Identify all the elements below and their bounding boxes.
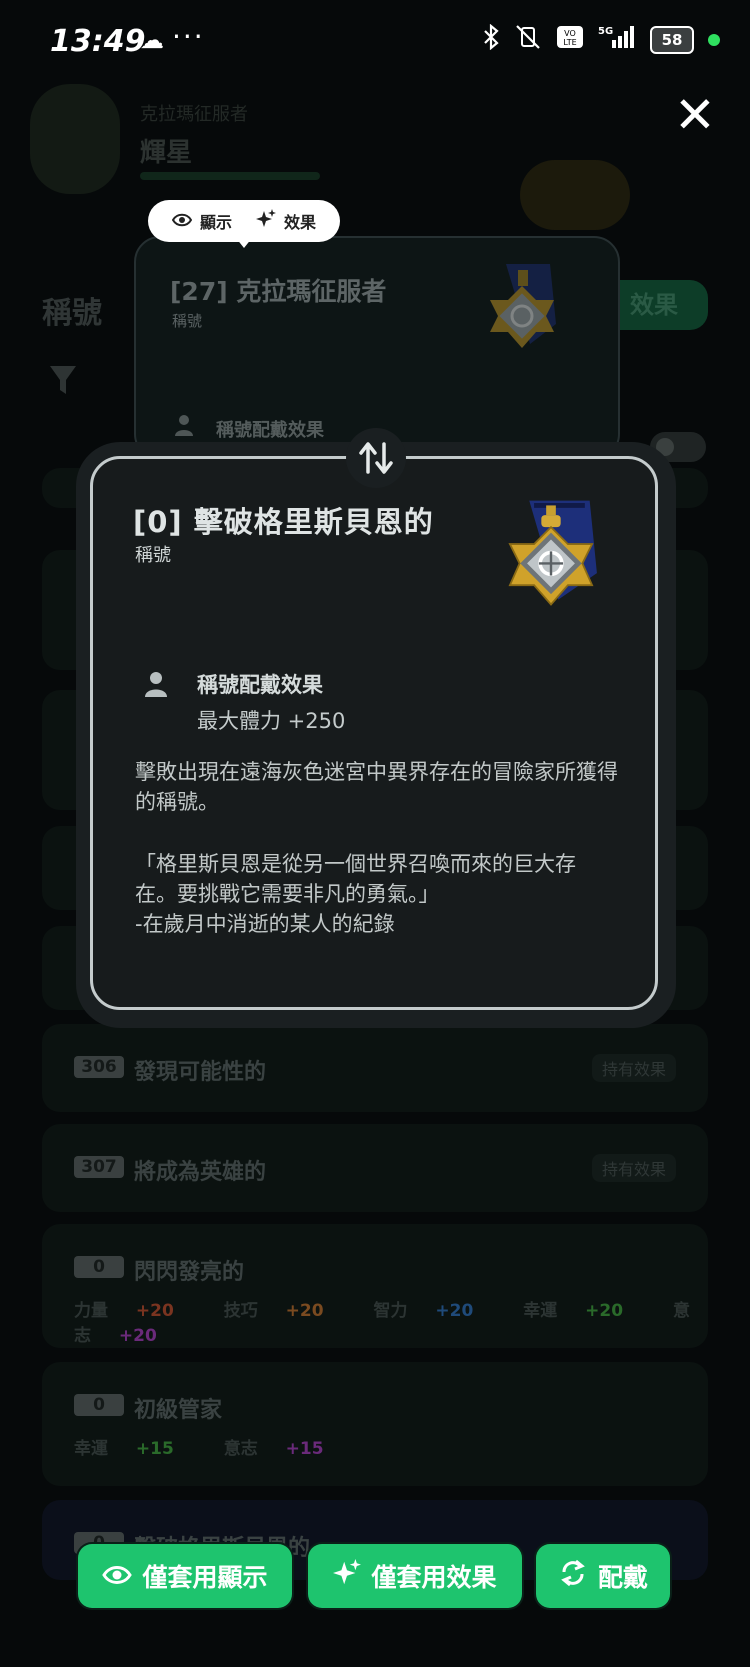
current-title-card: [27] 克拉瑪征服者 稱號 稱號配戴效果: [134, 236, 620, 460]
applied-aspects-pill: 顯示 效果: [148, 200, 340, 242]
privacy-indicator-icon: [708, 34, 720, 46]
status-bar: 13:49 ☁ ··· VO LTE 5G 58: [0, 0, 750, 80]
more-notifications-icon: ···: [172, 20, 205, 53]
medal-icon: [493, 499, 609, 627]
apply-effect-only-label: 僅套用效果: [371, 1563, 497, 1592]
title-level-badge: 0: [74, 1256, 124, 1278]
bluetooth-icon: [482, 23, 500, 56]
stat-bonuses: 力量 +20 技巧 +20 智力 +20 幸運 +20 意志 +20: [74, 1301, 690, 1346]
medal-icon: [476, 264, 572, 368]
character-title: 克拉瑪征服者: [140, 104, 248, 125]
equip-cycle-icon: [558, 1558, 588, 1594]
swap-icon: [346, 428, 406, 488]
equip-label: 配戴: [597, 1563, 648, 1592]
current-title-effect-label: 稱號配戴效果: [216, 420, 324, 441]
svg-text:LTE: LTE: [563, 38, 576, 47]
selected-title-card: [0] 擊破格里斯貝恩的 稱號 稱號配戴效果 最大體力 +250 擊敗出現在遠海…: [90, 456, 658, 1010]
status-time: 13:49: [50, 24, 146, 59]
apply-display-only-label: 僅套用顯示: [142, 1563, 268, 1592]
character-name: 輝星: [140, 138, 193, 168]
title-name: 初級管家: [134, 1398, 223, 1423]
list-item[interactable]: 306 發現可能性的 持有效果: [42, 1024, 708, 1112]
sparkle-icon: [333, 1559, 362, 1593]
close-icon[interactable]: ✕: [670, 90, 720, 140]
filter-icon[interactable]: [48, 364, 78, 406]
title-level-badge: 0: [74, 1394, 124, 1416]
status-icons: VO LTE 5G 58: [482, 23, 720, 56]
background-emblem: [520, 160, 630, 230]
display-label: 顯示: [199, 213, 232, 232]
apply-display-only-button[interactable]: 僅套用顯示: [78, 1544, 292, 1608]
list-item[interactable]: 0 初級管家 幸運 +15 意志 +15: [42, 1362, 708, 1486]
stat-bonuses: 幸運 +15 意志 +15: [74, 1439, 324, 1459]
selected-title-effect-value: 最大體力 +250: [197, 709, 346, 733]
title-level-badge: 307: [74, 1156, 124, 1178]
title-level-badge: 306: [74, 1056, 124, 1078]
character-progress-bar: [140, 172, 320, 180]
volte-icon: VO LTE: [556, 25, 584, 55]
list-item[interactable]: 0 閃閃發亮的 力量 +20 技巧 +20 智力 +20 幸運 +20 意志 +…: [42, 1224, 708, 1348]
selected-title-type: 稱號: [135, 545, 171, 566]
title-name: 發現可能性的: [134, 1060, 267, 1085]
signal-icon: 5G: [598, 24, 636, 56]
list-item[interactable]: 307 將成為英雄的 持有效果: [42, 1124, 708, 1212]
equip-button[interactable]: 配戴: [536, 1544, 670, 1608]
mute-vibrate-icon: [514, 24, 542, 56]
cloud-icon: ☁: [140, 26, 164, 54]
selected-title-effect-label: 稱號配戴效果: [197, 673, 323, 697]
selected-title-description: 擊敗出現在遠海灰色迷宮中異界存在的冒險家所獲得的稱號。: [135, 760, 618, 814]
network-type: 5G: [598, 26, 613, 37]
current-title-type: 稱號: [172, 312, 203, 330]
person-icon: [145, 671, 167, 701]
apply-effect-only-button[interactable]: 僅套用效果: [308, 1544, 522, 1608]
eye-icon: [171, 212, 193, 231]
title-name: 將成為英雄的: [134, 1160, 267, 1185]
svg-text:VO: VO: [564, 29, 576, 38]
person-icon: [174, 414, 194, 440]
status-badge: 持有效果: [591, 1054, 676, 1082]
pill-pointer: [236, 238, 252, 248]
battery-icon: 58: [650, 26, 694, 54]
character-avatar: [30, 84, 120, 194]
selected-title-quote: 「格里斯貝恩是從另一個世界召喚而來的巨大存 在。要挑戰它需要非凡的勇氣。」 -在…: [135, 852, 576, 936]
current-title-name: [27] 克拉瑪征服者: [170, 277, 387, 306]
selected-title-name: [0] 擊破格里斯貝恩的: [133, 505, 434, 539]
effect-label: 效果: [284, 213, 317, 232]
section-title: 稱號: [42, 296, 102, 331]
sparkle-icon: [256, 209, 276, 233]
title-name: 閃閃發亮的: [134, 1260, 245, 1285]
status-badge: 持有效果: [591, 1154, 676, 1182]
eye-icon: [102, 1562, 133, 1591]
